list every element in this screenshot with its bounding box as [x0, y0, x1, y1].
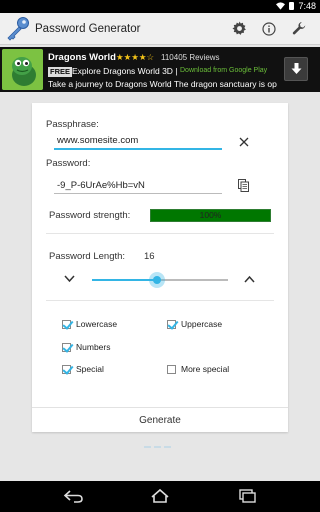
status-bar: 7:48 [0, 0, 320, 13]
tools-button[interactable] [284, 14, 314, 44]
generate-button[interactable]: Generate [32, 407, 288, 432]
recent-apps-button[interactable] [236, 488, 258, 504]
gear-icon [231, 21, 246, 35]
increase-length-button[interactable] [244, 275, 255, 283]
strength-bar: 100% [150, 209, 271, 222]
ad-download-button[interactable] [284, 57, 308, 81]
ad-review-count: 110405 Reviews [161, 53, 220, 62]
strength-label: Password strength: [49, 210, 131, 221]
navigation-bar [0, 481, 320, 512]
slider-fill [92, 279, 158, 281]
passphrase-label: Passphrase: [46, 119, 99, 130]
wrench-icon [292, 21, 305, 35]
ad-free-badge: FREE [48, 67, 73, 77]
page-indicator [144, 446, 171, 448]
numbers-checkbox[interactable]: Numbers [62, 342, 110, 352]
settings-button[interactable] [224, 14, 254, 44]
home-button[interactable] [149, 488, 171, 504]
info-icon [262, 21, 276, 36]
ad-thumbnail [2, 49, 43, 90]
special-checkbox[interactable]: Special [62, 364, 104, 374]
ad-description: Take a journey to Dragons World The drag… [48, 79, 277, 89]
special-checkbox-box [62, 364, 71, 374]
section-divider [46, 300, 274, 301]
password-underline [54, 193, 222, 194]
action-bar: Password Generator [0, 13, 320, 45]
uppercase-checkbox[interactable]: Uppercase [167, 319, 222, 329]
status-time: 7:48 [298, 1, 316, 11]
more-special-checkbox-box [167, 364, 176, 374]
length-value: 16 [144, 251, 155, 262]
key-icon [7, 16, 29, 41]
app-title: Password Generator [35, 22, 141, 35]
ad-title: Dragons World [48, 52, 116, 63]
generator-card: Passphrase: www.somesite.com Password: -… [32, 103, 288, 432]
info-button[interactable] [254, 14, 284, 44]
section-divider [46, 233, 274, 234]
clear-icon[interactable] [239, 137, 249, 147]
decrease-length-button[interactable] [64, 275, 75, 283]
ad-store-text: Download from Google Play [180, 67, 268, 74]
uppercase-checkbox-box [167, 319, 176, 329]
passphrase-input[interactable]: www.somesite.com [57, 135, 138, 146]
ad-subtitle: Explore Dragons World 3D | [72, 66, 178, 76]
battery-icon [289, 2, 295, 10]
lowercase-checkbox[interactable]: Lowercase [62, 319, 117, 329]
lowercase-checkbox-box [62, 319, 71, 329]
back-button[interactable] [62, 488, 84, 504]
passphrase-underline [54, 148, 222, 150]
more-special-checkbox[interactable]: More special [167, 364, 229, 374]
download-arrow-icon [291, 63, 301, 74]
password-label: Password: [46, 158, 91, 169]
slider-thumb[interactable] [149, 272, 166, 288]
ad-rating-stars: ★★★★☆ [116, 52, 155, 62]
ad-banner[interactable]: Dragons World ★★★★☆ 110405 Reviews FREE … [0, 47, 320, 92]
wifi-icon [276, 2, 286, 10]
copy-icon[interactable] [238, 179, 249, 192]
password-field[interactable]: -9_P-6UrAe%Hb=vN [57, 180, 145, 191]
length-label: Password Length: [49, 251, 126, 262]
numbers-checkbox-box [62, 342, 71, 352]
strength-value: 100% [199, 210, 222, 220]
